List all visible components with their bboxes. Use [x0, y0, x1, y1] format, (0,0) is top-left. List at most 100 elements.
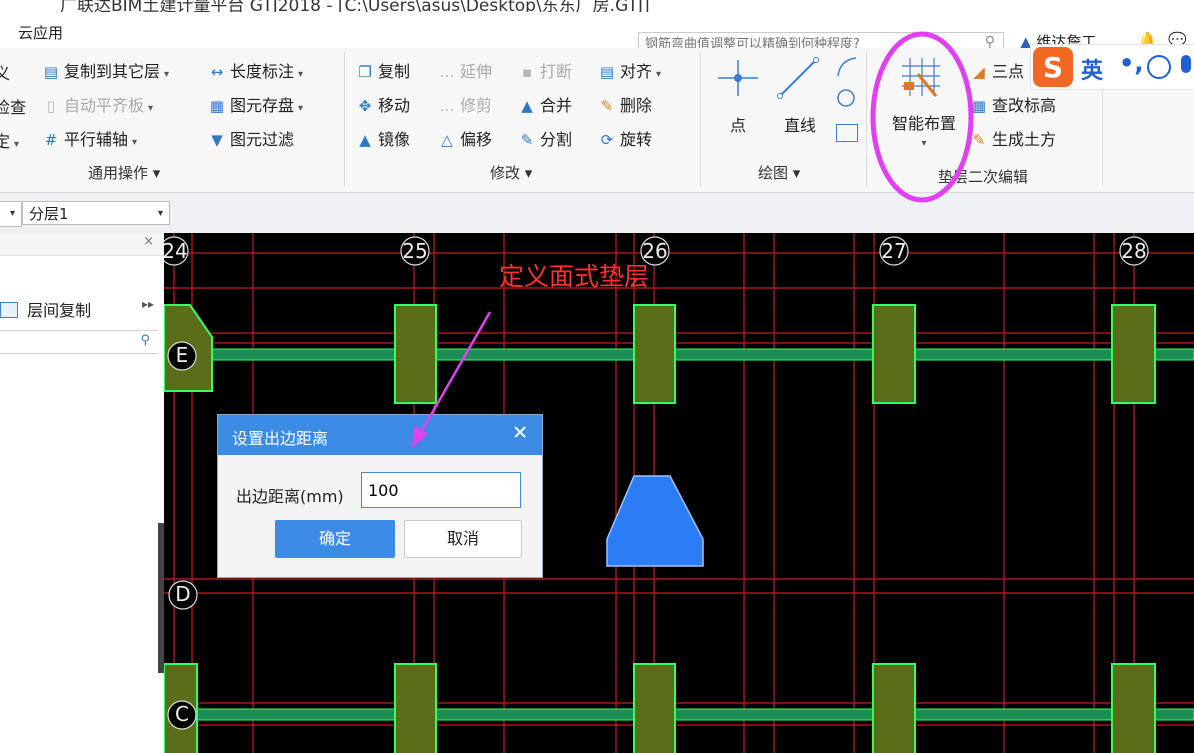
- generate-earthwork-button[interactable]: ✎ 生成土方: [970, 126, 1056, 150]
- copy-between-floors-button[interactable]: 层间复制: [0, 297, 91, 321]
- dimension-icon: ↔: [210, 63, 224, 81]
- line-button[interactable]: 直线: [780, 112, 820, 136]
- double-chevron-right-icon[interactable]: ▸▸: [142, 297, 154, 311]
- element-filter-button[interactable]: ▼ 图元过滤: [208, 126, 294, 150]
- elevation-icon: ▦: [971, 97, 987, 115]
- axis-label-row-E: E: [175, 343, 189, 367]
- break-button[interactable]: ▪ 打断: [518, 58, 572, 82]
- panel-search-box[interactable]: ⚲: [0, 330, 158, 354]
- close-icon[interactable]: ✕: [512, 422, 528, 444]
- smart-layout-button[interactable]: 智能布置 ▾: [884, 110, 964, 149]
- three-point-icon: ◢: [973, 63, 985, 81]
- rotate-button[interactable]: ⟳ 旋转: [598, 126, 652, 150]
- sogou-logo-icon: S: [1033, 47, 1073, 87]
- point-button[interactable]: 点: [724, 112, 752, 136]
- floor-layer-value: 分层1: [29, 205, 69, 223]
- group-label-cushion-edit[interactable]: 垫层二次编辑: [938, 166, 1028, 187]
- ok-button[interactable]: 确定: [275, 520, 395, 558]
- copy-floors-icon: [0, 302, 18, 318]
- group-label-draw[interactable]: 绘图 ▾: [758, 162, 800, 183]
- annotation-text: 定义面式垫层: [499, 262, 650, 291]
- move-icon: ✥: [358, 97, 372, 115]
- ribbon-edge-item-2[interactable]: 检查: [0, 94, 26, 118]
- group-label-modify[interactable]: 修改 ▾: [490, 162, 532, 183]
- ribbon-edge-item-3[interactable]: 定 ▾: [0, 128, 19, 152]
- ribbon-toolbar: 义 检查 定 ▾ ▤ 复制到其它层 ▾ ▯ 自动平齐板 ▾ # 平行辅轴 ▾ ↔ 长度标注 ▾ ▦…: [0, 48, 1194, 193]
- selected-cushion-shape: [606, 475, 704, 567]
- chevron-down-icon: ▾: [9, 208, 15, 219]
- panel-header: ×: [0, 233, 164, 256]
- set-edge-distance-dialog: 设置出边距离 ✕ 出边距离(mm) 确定 取消: [217, 414, 543, 578]
- footing-26-E: [633, 304, 676, 404]
- line-icon: [777, 57, 819, 99]
- ribbon-separator: [344, 52, 345, 186]
- ribbon-separator: [700, 52, 701, 186]
- window-title: 广联达BIM土建计量平台 GTJ2018 - [C:\Users\asus\De…: [60, 0, 650, 12]
- menu-cloud-app[interactable]: 云应用: [18, 22, 63, 43]
- three-point-button[interactable]: ◢ 三点: [970, 58, 1024, 82]
- group-label-general[interactable]: 通用操作 ▾: [88, 162, 160, 183]
- length-dimension-button[interactable]: ↔ 长度标注 ▾: [208, 58, 303, 82]
- merge-icon: ▲: [521, 97, 533, 115]
- point-icon: [718, 60, 758, 96]
- align-icon: ▤: [599, 63, 615, 81]
- rotate-icon: ⟳: [600, 131, 614, 149]
- ribbon-separator: [866, 52, 867, 186]
- axis-label-row-D: D: [175, 582, 191, 606]
- align-slab-icon: ▯: [46, 97, 56, 115]
- footing-28-E: [1111, 304, 1156, 404]
- axis-label-row-C: C: [175, 702, 189, 726]
- microphone-icon[interactable]: [1181, 55, 1191, 73]
- copy-button[interactable]: ❐ 复制: [356, 58, 410, 82]
- left-panel: × 层间复制 ▸▸ ⚲: [0, 233, 164, 753]
- offset-button[interactable]: △ 偏移: [438, 126, 492, 150]
- filter-icon: ▼: [211, 131, 223, 149]
- merge-button[interactable]: ▲ 合并: [518, 92, 572, 116]
- ime-punctuation-toggle[interactable]: •,: [1119, 49, 1143, 77]
- ime-language-toggle[interactable]: 英: [1081, 53, 1103, 85]
- smart-layout-icon: [902, 58, 940, 97]
- footing-27-C: [872, 663, 916, 753]
- emoji-icon[interactable]: [1147, 55, 1171, 79]
- search-icon[interactable]: ⚲: [140, 333, 150, 348]
- element-storage-button[interactable]: ▦ 图元存盘 ▾: [208, 92, 303, 116]
- edge-distance-input[interactable]: [361, 472, 521, 508]
- move-button[interactable]: ✥ 移动: [356, 92, 410, 116]
- ime-toolbar[interactable]: S 英 •,: [1030, 44, 1194, 90]
- extend-button[interactable]: … 延伸: [438, 58, 493, 82]
- arc-icon: [837, 57, 857, 107]
- eraser-icon: ✎: [600, 97, 614, 115]
- dialog-titlebar[interactable]: 设置出边距离 ✕: [218, 415, 542, 455]
- svg-text:S: S: [1043, 51, 1063, 84]
- split-icon: ✎: [520, 131, 534, 149]
- floor-type-dropdown[interactable]: ▾: [0, 201, 22, 227]
- chevron-down-icon: ▾: [157, 208, 163, 219]
- trim-button[interactable]: … 修剪: [438, 92, 493, 116]
- split-button[interactable]: ✎ 分割: [518, 126, 572, 150]
- footing-25-C: [394, 663, 437, 753]
- trim-icon: …: [439, 97, 455, 115]
- grid-axis-icon: #: [44, 131, 58, 149]
- ribbon-edge-item-1[interactable]: 义: [0, 60, 10, 84]
- mirror-button[interactable]: ▲ 镜像: [356, 126, 410, 150]
- close-icon[interactable]: ×: [143, 234, 154, 249]
- draw-icons: [718, 57, 857, 107]
- align-button[interactable]: ▤ 对齐 ▾: [598, 58, 661, 82]
- floor-layer-dropdown[interactable]: 分层1 ▾: [22, 201, 170, 225]
- footing-27-E: [872, 304, 916, 404]
- axis-label-col-24: 24: [164, 239, 188, 263]
- window-titlebar: 广联达BIM土建计量平台 GTJ2018 - [C:\Users\asus\De…: [0, 0, 1194, 12]
- parallel-axis-button[interactable]: # 平行辅轴 ▾: [42, 126, 137, 150]
- chevron-down-icon: ▾: [921, 138, 927, 149]
- axis-label-col-25: 25: [402, 239, 428, 263]
- earthwork-icon: ✎: [972, 131, 986, 149]
- footing-26-C: [633, 663, 676, 753]
- copy-floor-icon: ▤: [43, 63, 59, 81]
- edit-elevation-button[interactable]: ▦ 查改标高: [970, 92, 1056, 116]
- auto-align-slab-button[interactable]: ▯ 自动平齐板 ▾: [42, 92, 153, 116]
- cancel-button[interactable]: 取消: [404, 520, 522, 558]
- rectangle-draw-button[interactable]: [836, 124, 858, 142]
- delete-button[interactable]: ✎ 删除: [598, 92, 652, 116]
- menu-bar: 云应用 ⚲ ▲ 维达詹工 🔔 💬: [0, 12, 1194, 56]
- copy-to-other-floor-button[interactable]: ▤ 复制到其它层 ▾: [42, 58, 169, 82]
